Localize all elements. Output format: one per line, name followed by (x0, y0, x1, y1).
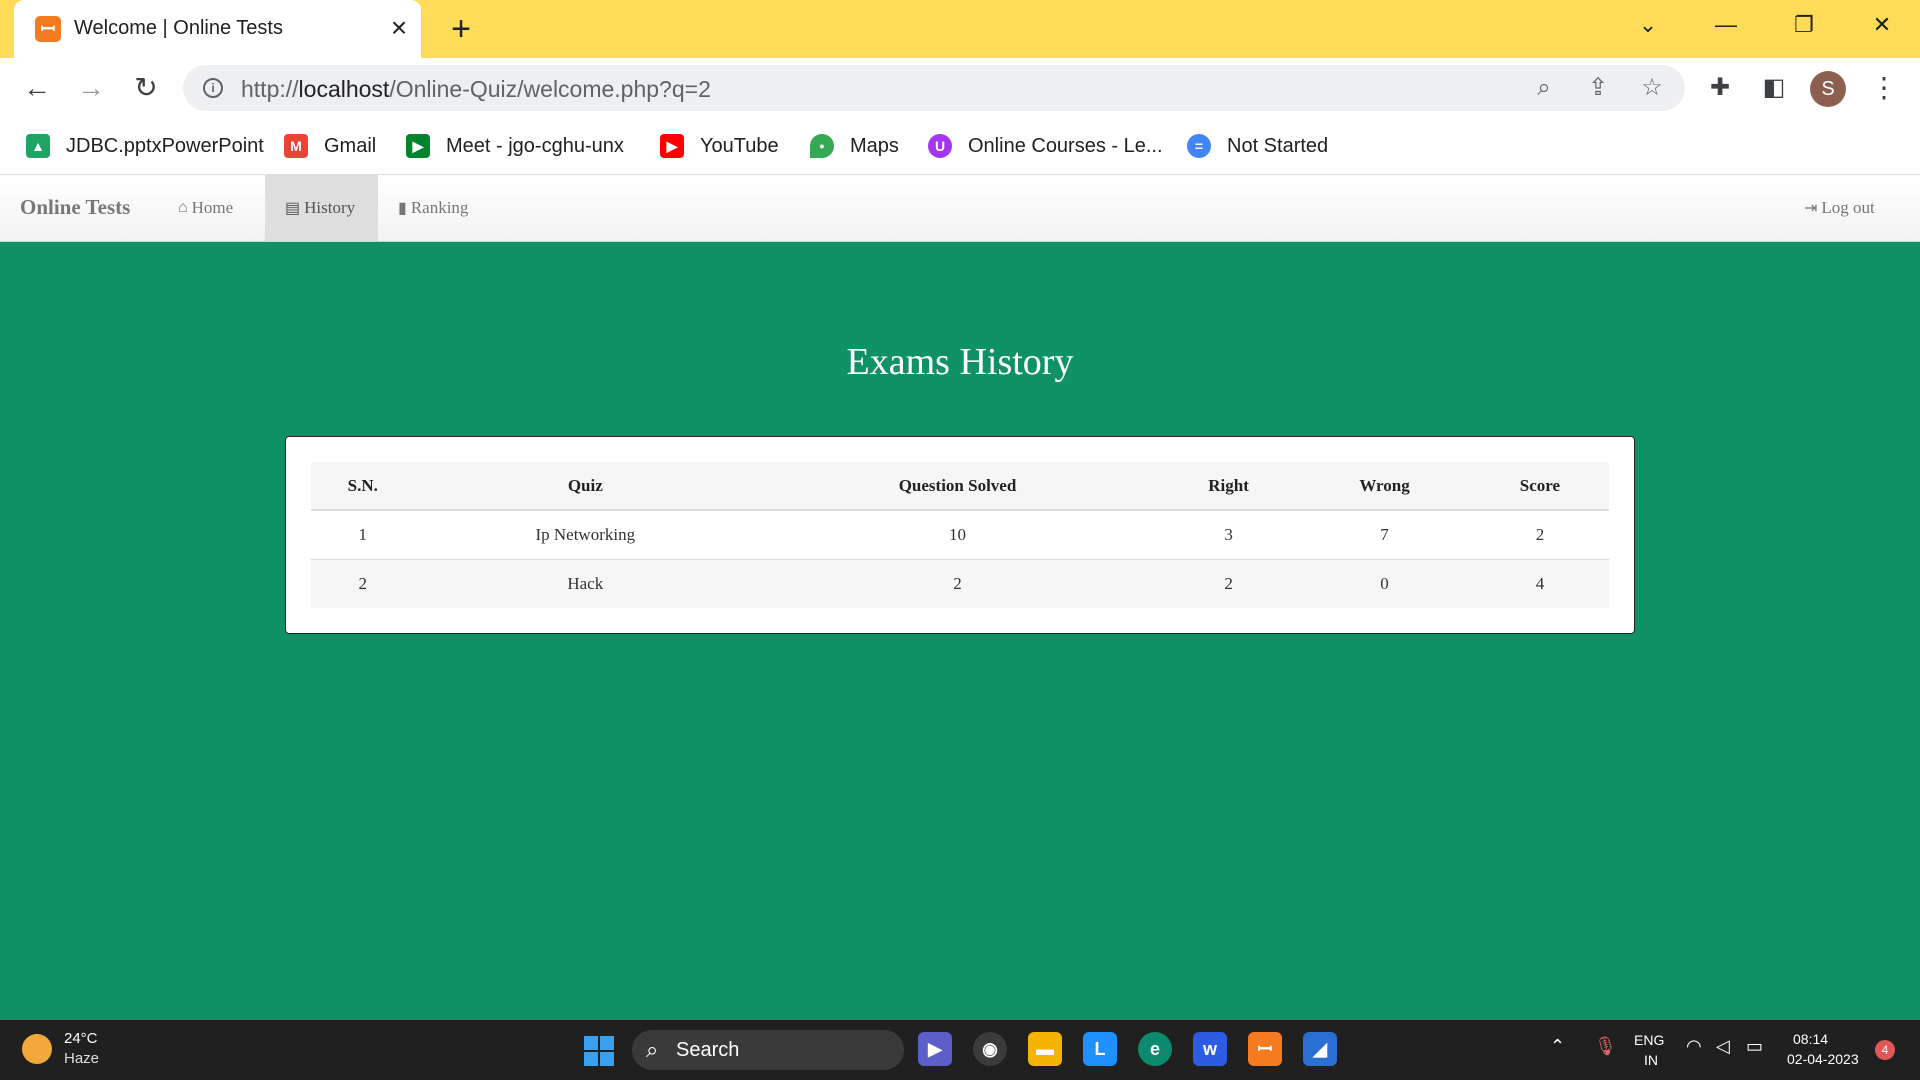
tab-title: Welcome | Online Tests (74, 17, 283, 39)
photos-icon[interactable]: ◢ (1303, 1032, 1337, 1066)
history-panel: S.N. Quiz Question Solved Right Wrong Sc… (285, 436, 1635, 634)
table-cell: 4 (1470, 559, 1609, 608)
taskbar-search[interactable]: ⌕ Search (632, 1030, 904, 1070)
xampp-icon[interactable]: ꟷ (1248, 1032, 1282, 1066)
chat-app-icon[interactable]: ▶ (918, 1032, 952, 1066)
browser-tab[interactable]: ꟷ Welcome | Online Tests × (14, 0, 421, 58)
webex-icon[interactable]: w (1193, 1032, 1227, 1066)
tab-search-icon[interactable]: ⌄ (1628, 10, 1668, 40)
gmail-icon: M (284, 134, 308, 158)
bar-chart-icon: ▮ (398, 200, 407, 217)
share-icon[interactable]: ⇪ (1583, 73, 1613, 103)
column-header: Quiz (414, 462, 756, 511)
home-icon: ⌂ (178, 199, 188, 216)
table-row: 1 Ip Networking 10 3 7 2 (311, 510, 1609, 560)
language-bottom[interactable]: IN (1644, 1052, 1658, 1068)
weather-description[interactable]: Haze (64, 1050, 99, 1067)
nav-logout[interactable]: ⇥ Log out (1784, 175, 1895, 241)
column-header: Score (1470, 462, 1609, 511)
google-drive-icon: ▲ (26, 134, 50, 158)
column-header: S.N. (311, 462, 415, 511)
courses-icon: U (928, 134, 952, 158)
browser-titlebar: ꟷ Welcome | Online Tests × + ⌄ — ❐ ✕ (0, 0, 1920, 58)
nav-home[interactable]: ⌂ Home (158, 175, 253, 241)
menu-icon[interactable]: ⋮ (1866, 70, 1902, 106)
google-meet-icon: ▶ (406, 134, 430, 158)
table-cell: 2 (1159, 559, 1299, 608)
l-app-icon[interactable]: L (1083, 1032, 1117, 1066)
minimize-icon[interactable]: — (1706, 10, 1746, 40)
microphone-icon[interactable]: 🎙 (1594, 1036, 1617, 1057)
weather-haze-icon[interactable] (22, 1034, 52, 1064)
table-cell: 2 (1470, 510, 1609, 560)
battery-icon[interactable]: ▭ (1746, 1036, 1763, 1057)
doc-icon: = (1187, 134, 1211, 158)
notification-badge[interactable]: 4 (1875, 1040, 1895, 1060)
column-header: Wrong (1298, 462, 1471, 511)
table-cell: Ip Networking (414, 510, 756, 560)
list-icon: ▤ (285, 200, 301, 217)
bookmark-item[interactable]: M Gmail (284, 132, 376, 160)
table-cell: 2 (755, 559, 1159, 608)
volume-icon[interactable]: ◁ (1716, 1036, 1730, 1057)
close-tab-icon[interactable]: × (384, 13, 414, 43)
reload-icon[interactable]: ↻ (128, 70, 164, 106)
table-cell: 3 (1159, 510, 1299, 560)
start-button-icon[interactable] (584, 1036, 614, 1066)
history-table: S.N. Quiz Question Solved Right Wrong Sc… (311, 462, 1609, 608)
xampp-favicon-icon: ꟷ (35, 16, 61, 42)
file-explorer-icon[interactable]: ▬ (1028, 1032, 1062, 1066)
app-navbar: Online Tests ⌂ Home ▤ History ▮ Ranking … (0, 175, 1920, 242)
table-row: 2 Hack 2 2 0 4 (311, 559, 1609, 608)
youtube-icon: ▶ (660, 134, 684, 158)
clock-time[interactable]: 08:14 (1793, 1031, 1828, 1047)
page-title: Exams History (846, 341, 1074, 383)
chrome-icon[interactable]: ◉ (973, 1032, 1007, 1066)
table-cell: 2 (311, 559, 415, 608)
new-tab-icon[interactable]: + (443, 11, 479, 47)
table-cell: Hack (414, 559, 756, 608)
restore-icon[interactable]: ❐ (1784, 10, 1824, 40)
forward-icon[interactable]: → (73, 70, 109, 106)
bookmark-item[interactable]: ▲ JDBC.pptxPowerPoint (26, 132, 264, 160)
brand-link[interactable]: Online Tests (20, 195, 130, 220)
weather-temperature[interactable]: 24°C (64, 1030, 98, 1047)
extensions-icon[interactable]: ✚ (1702, 70, 1738, 106)
maps-icon: • (810, 134, 834, 158)
side-panel-icon[interactable]: ◧ (1756, 70, 1792, 106)
column-header: Right (1159, 462, 1299, 511)
url-text[interactable]: http://localhost/Online-Quiz/welcome.php… (241, 76, 711, 103)
table-cell: 0 (1298, 559, 1471, 608)
edge-icon[interactable]: e (1138, 1032, 1172, 1066)
windows-taskbar: 24°C Haze ⌕ Search ▶ ◉ ▬ L e w ꟷ ◢ ⌃ 🎙 E… (0, 1020, 1920, 1080)
bookmark-item[interactable]: ▶ Meet - jgo-cghu-unx (406, 132, 624, 160)
table-cell: 7 (1298, 510, 1471, 560)
back-icon[interactable]: ← (19, 70, 55, 106)
site-info-icon[interactable]: i (203, 78, 223, 98)
language-top[interactable]: ENG (1634, 1032, 1664, 1048)
nav-ranking[interactable]: ▮ Ranking (378, 175, 488, 241)
bookmarks-bar: ▲ JDBC.pptxPowerPoint M Gmail ▶ Meet - j… (0, 118, 1920, 175)
wifi-icon[interactable]: ◠ (1686, 1036, 1702, 1057)
profile-avatar[interactable]: S (1810, 71, 1846, 107)
address-bar[interactable]: i http://localhost/Online-Quiz/welcome.p… (183, 65, 1685, 111)
bookmark-item[interactable]: U Online Courses - Le... (928, 132, 1163, 160)
bookmark-item[interactable]: • Maps (810, 132, 899, 160)
clock-date[interactable]: 02-04-2023 (1787, 1051, 1859, 1067)
bookmark-item[interactable]: = Not Started (1187, 132, 1328, 160)
zoom-icon[interactable]: ⌕ (1529, 73, 1559, 103)
bookmark-star-icon[interactable]: ☆ (1637, 73, 1667, 103)
tray-overflow-icon[interactable]: ⌃ (1550, 1036, 1565, 1057)
browser-toolbar: ← → ↻ i http://localhost/Online-Quiz/wel… (0, 58, 1920, 118)
table-cell: 1 (311, 510, 415, 560)
table-header-row: S.N. Quiz Question Solved Right Wrong Sc… (311, 462, 1609, 511)
nav-history[interactable]: ▤ History (265, 175, 378, 241)
bookmark-item[interactable]: ▶ YouTube (660, 132, 779, 160)
close-window-icon[interactable]: ✕ (1862, 10, 1902, 40)
search-icon: ⌕ (646, 1037, 659, 1062)
table-cell: 10 (755, 510, 1159, 560)
logout-icon: ⇥ (1804, 200, 1818, 217)
column-header: Question Solved (755, 462, 1159, 511)
